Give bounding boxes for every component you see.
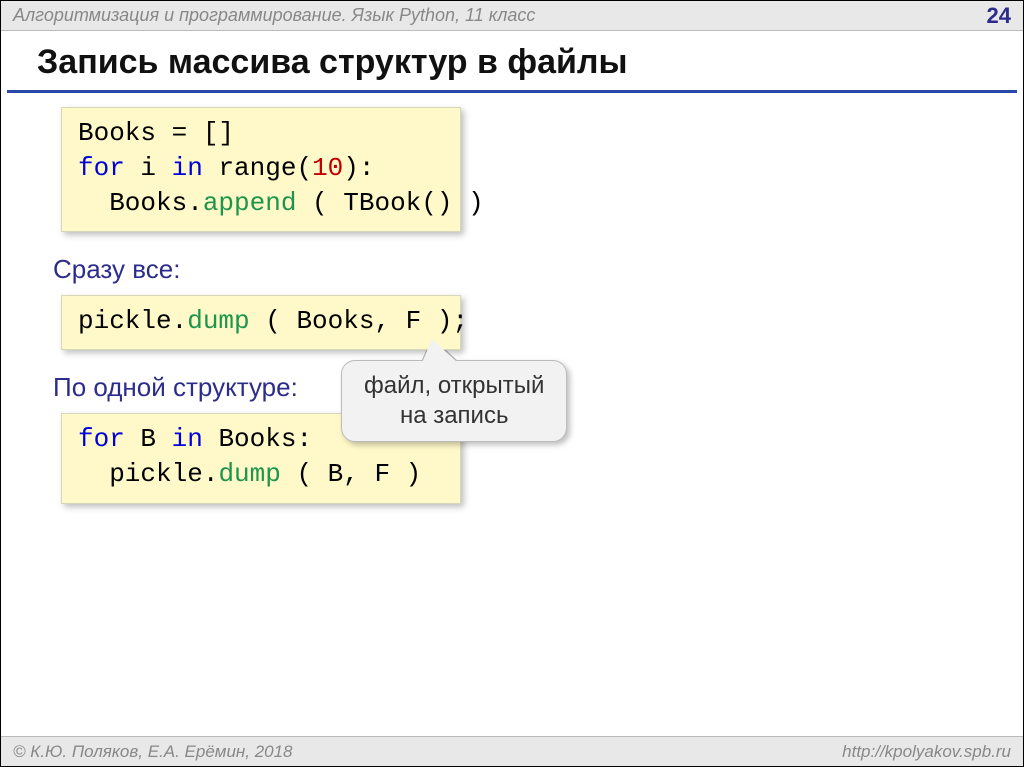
code-text: pickle. <box>78 306 187 336</box>
slide-header: Алгоритмизация и программирование. Язык … <box>1 1 1023 31</box>
slide-content: Books = [] for i in range(10): Books.app… <box>1 107 1023 522</box>
code-text: Books = [] <box>78 118 234 148</box>
code-block-1: Books = [] for i in range(10): Books.app… <box>61 107 461 232</box>
code-func: dump <box>218 459 280 489</box>
code-text: B <box>125 424 172 454</box>
code-keyword: in <box>172 424 203 454</box>
code-number: 10 <box>312 153 343 183</box>
course-title: Алгоритмизация и программирование. Язык … <box>13 5 535 26</box>
code-text: pickle. <box>78 459 218 489</box>
slide-footer: © К.Ю. Поляков, Е.А. Ерёмин, 2018 http:/… <box>1 736 1023 766</box>
code-block-2: pickle.dump ( Books, F ); <box>61 295 461 350</box>
code-text: ( Books, F ); <box>250 306 468 336</box>
callout-line: файл, открытый <box>364 371 544 401</box>
code-keyword: for <box>78 424 125 454</box>
footer-url: http://kpolyakov.spb.ru <box>842 742 1011 762</box>
code-text: i <box>125 153 172 183</box>
code-keyword: for <box>78 153 125 183</box>
code-func: append <box>203 188 297 218</box>
page-number: 24 <box>987 3 1011 29</box>
code-text: ( TBook() ) <box>296 188 483 218</box>
callout-file: файл, открытый на запись <box>341 360 567 442</box>
subheading-all: Сразу все: <box>53 254 983 285</box>
slide: Алгоритмизация и программирование. Язык … <box>0 0 1024 767</box>
code-text: range( <box>203 153 312 183</box>
code-text: ( B, F ) <box>281 459 421 489</box>
code-text: ): <box>343 153 374 183</box>
code-text: Books. <box>78 188 203 218</box>
code-text: Books: <box>203 424 312 454</box>
callout-line: на запись <box>364 401 544 431</box>
code-func: dump <box>187 306 249 336</box>
footer-authors: © К.Ю. Поляков, Е.А. Ерёмин, 2018 <box>13 742 293 762</box>
code-keyword: in <box>172 153 203 183</box>
slide-title: Запись массива структур в файлы <box>7 31 1017 93</box>
